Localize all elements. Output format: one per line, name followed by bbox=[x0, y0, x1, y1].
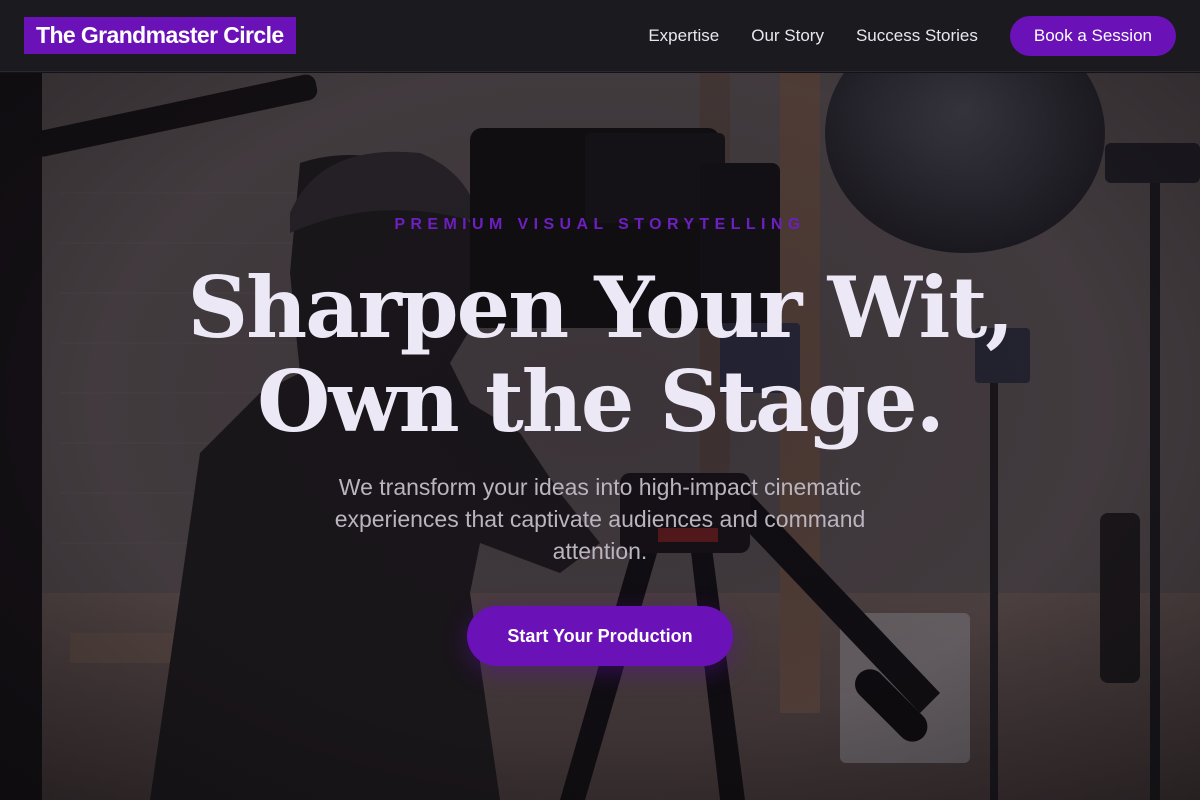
hero-eyebrow: PREMIUM VISUAL STORYTELLING bbox=[394, 216, 806, 233]
hero-subtext: We transform your ideas into high-impact… bbox=[334, 474, 866, 564]
book-session-button[interactable]: Book a Session bbox=[1009, 15, 1176, 56]
headline-line-1: Sharpen Your Wit, bbox=[187, 258, 1015, 357]
nav-link-success-stories[interactable]: Success Stories bbox=[856, 26, 978, 46]
main-nav: Expertise Our Story Success Stories Book… bbox=[648, 15, 1176, 56]
headline-line-2: Own the Stage. bbox=[257, 352, 945, 451]
nav-link-expertise[interactable]: Expertise bbox=[648, 26, 719, 46]
hero-headline: Sharpen Your Wit, Own the Stage. bbox=[0, 261, 1200, 449]
hero-content: PREMIUM VISUAL STORYTELLING Sharpen Your… bbox=[0, 73, 1200, 800]
brand-logo[interactable]: The Grandmaster Circle bbox=[24, 17, 296, 54]
site-header: The Grandmaster Circle Expertise Our Sto… bbox=[0, 0, 1200, 72]
nav-link-our-story[interactable]: Our Story bbox=[751, 26, 824, 46]
start-production-button[interactable]: Start Your Production bbox=[467, 606, 733, 666]
hero-section: PREMIUM VISUAL STORYTELLING Sharpen Your… bbox=[0, 73, 1200, 800]
